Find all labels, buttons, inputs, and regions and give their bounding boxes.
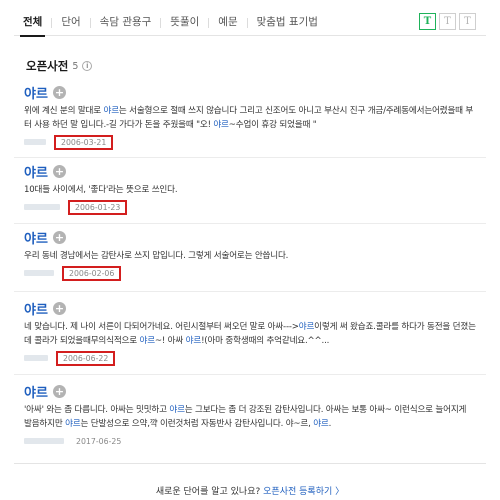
definition-text: ~수업이 휴강 되었을때 "	[228, 120, 317, 130]
blurred-author	[24, 438, 64, 444]
tab-all[interactable]: 전체	[14, 10, 51, 37]
plus-icon[interactable]: +	[52, 301, 66, 315]
section-title-text: 오픈사전	[26, 59, 69, 73]
entry-word[interactable]: 야르	[24, 162, 48, 181]
register-link[interactable]: 오픈사전 등록하기	[263, 487, 332, 497]
plus-icon[interactable]: +	[52, 164, 66, 178]
chevron-right-icon[interactable]: 〉	[335, 487, 344, 497]
highlighted-term: 야르	[298, 322, 315, 332]
info-icon[interactable]: i	[82, 61, 93, 71]
divider	[14, 374, 486, 375]
definition-text: !(아마 중학생때의 추억같네요.^^...	[201, 336, 330, 346]
entry-word[interactable]: 야르	[24, 228, 48, 247]
highlighted-term: 야르	[139, 336, 155, 346]
font-size-small-button[interactable]: T	[419, 13, 436, 30]
entry-definition: 우리 동네 경남에서는 감탄사로 쓰지 맙입니다. 그렇게 서술어로는 안씁니다…	[24, 249, 476, 263]
register-question: 새로운 단어를 알고 있나요?	[155, 487, 261, 497]
highlighted-term: 야르	[313, 419, 329, 429]
list-item: 야르 + '아싸' 와는 좀 다릅니다. 아싸는 밋밋하고 야르는 그보다는 좀…	[24, 383, 476, 448]
entry-definition: 10대들 사이에서, '좋다'라는 뜻으로 쓰인다.	[24, 183, 476, 197]
divider	[14, 463, 486, 464]
tab-spelling[interactable]: 맞춤법 표기법	[248, 10, 327, 36]
tab-bar: 전체 단어 속담 관용구 뜻풀이 예문 맞춤법 표기법 T T T	[14, 10, 486, 37]
tab-meaning[interactable]: 뜻풀이	[161, 10, 208, 36]
plus-icon[interactable]: +	[52, 384, 66, 398]
list-item: 야르 + 네 맞습니다. 제 나이 서른이 다되어가네요. 어린시절부터 써오던…	[24, 299, 476, 366]
plus-icon[interactable]: +	[52, 230, 66, 244]
definition-text: 10대들 사이에서, '좋다'라는 뜻으로 쓰인다.	[24, 185, 178, 195]
entry-word[interactable]: 야르	[24, 299, 48, 318]
entry-word[interactable]: 야르	[24, 382, 48, 401]
entry-date: 2006-03-21	[54, 134, 114, 150]
entry-definition: 네 맞습니다. 제 나이 서른이 다되어가네요. 어린시절부터 써오던 말로 아…	[24, 320, 476, 348]
blurred-author	[24, 139, 46, 145]
entry-word[interactable]: 야르	[24, 83, 48, 102]
register-prompt: 새로운 단어를 알고 있나요? 오픈사전 등록하기 〉	[0, 484, 500, 497]
entry-definition: '아싸' 와는 좀 다릅니다. 아싸는 밋밋하고 야르는 그보다는 좀 더 강조…	[24, 403, 476, 431]
entry-date: 2017-06-25	[76, 436, 122, 446]
definition-text: 위에 계신 분의 말대로	[24, 106, 104, 116]
list-item: 야르 + 위에 계신 분의 말대로 야르는 서술형으로 절때 쓰지 않습니다 그…	[24, 83, 476, 150]
definition-text: 는 단발성으로 으약,꺅 이런것처럼 자동반사 감탄사입니다. 야~르,	[80, 419, 314, 429]
blurred-author	[24, 270, 54, 276]
entry-definition: 위에 계신 분의 말대로 야르는 서술형으로 절때 쓰지 않습니다 그리고 신조…	[24, 104, 476, 132]
divider	[14, 291, 486, 292]
definition-text: 네 맞습니다. 제 나이 서른이 다되어가네요. 어린시절부터 써오던 말로 아…	[24, 322, 299, 332]
tab-idiom[interactable]: 속담 관용구	[91, 10, 161, 36]
definition-text: ~! 아싸	[154, 336, 186, 346]
list-item: 야르 + 우리 동네 경남에서는 감탄사로 쓰지 맙입니다. 그렇게 서술어로는…	[24, 228, 476, 281]
highlighted-term: 야르	[169, 405, 185, 415]
font-size-controls: T T T	[419, 13, 476, 30]
blurred-author	[24, 355, 48, 361]
highlighted-term: 야르	[213, 120, 229, 130]
plus-icon[interactable]: +	[52, 85, 66, 99]
highlighted-term: 야르	[185, 336, 202, 346]
tab-example[interactable]: 예문	[209, 10, 246, 36]
blurred-author	[24, 204, 60, 210]
tab-word[interactable]: 단어	[52, 10, 89, 36]
font-size-medium-button[interactable]: T	[439, 13, 456, 30]
definition-text: 우리 동네 경남에서는 감탄사로 쓰지 맙입니다. 그렇게 서술어로는 안씁니다…	[24, 251, 289, 261]
divider	[14, 157, 486, 158]
entry-date: 2006-02-06	[62, 265, 122, 281]
entry-date: 2006-01-23	[68, 199, 128, 215]
font-size-large-button[interactable]: T	[459, 13, 476, 30]
section-count: 5	[72, 60, 79, 72]
highlighted-term: 야르	[65, 419, 81, 429]
entry-date: 2006-06-22	[56, 350, 116, 366]
definition-text: '아싸' 와는 좀 다릅니다. 아싸는 밋밋하고	[24, 405, 170, 415]
list-item: 야르 + 10대들 사이에서, '좋다'라는 뜻으로 쓰인다. 2006-01-…	[24, 162, 476, 215]
divider	[14, 223, 486, 224]
section-title: 오픈사전 5 i	[26, 58, 93, 74]
definition-text: .	[328, 419, 332, 429]
highlighted-term: 야르	[103, 106, 119, 116]
